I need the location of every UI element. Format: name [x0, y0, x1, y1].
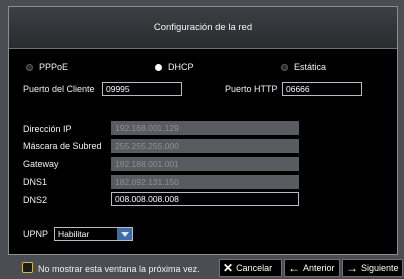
- dns2-input[interactable]: 008.008.008.008: [111, 192, 299, 206]
- x-icon: ✕: [223, 261, 234, 275]
- next-button-label: Siguiente: [361, 263, 399, 273]
- previous-button[interactable]: ← Anterior: [284, 259, 340, 277]
- dont-show-again-checkbox[interactable]: [22, 262, 33, 273]
- radio-dot-icon: [26, 63, 33, 71]
- subnet-mask-label: Máscara de Subred: [23, 141, 102, 151]
- radio-dot-icon: [281, 63, 288, 71]
- gateway-label: Gateway: [23, 159, 59, 169]
- cancel-button-label: Cancelar: [236, 263, 273, 273]
- next-button[interactable]: → Siguiente: [342, 259, 403, 277]
- ip-input: 192.168.001.129: [111, 121, 299, 135]
- radio-static[interactable]: Estática: [281, 61, 326, 73]
- dns1-input: 182.092.131.150: [111, 175, 299, 189]
- arrow-right-icon: →: [346, 261, 358, 275]
- chevron-down-icon[interactable]: [117, 228, 132, 240]
- cancel-button[interactable]: ✕ Cancelar: [219, 259, 282, 277]
- upnp-select-value: Habilitar: [58, 229, 90, 239]
- http-port-label: Puerto HTTP: [225, 84, 278, 94]
- client-port-input[interactable]: 09995: [102, 82, 182, 96]
- client-port-label: Puerto del Cliente: [23, 84, 95, 94]
- dialog-title: Configuración de la red: [9, 7, 397, 49]
- radio-dot-icon: [155, 63, 162, 71]
- arrow-left-icon: ←: [288, 261, 300, 275]
- radio-dhcp[interactable]: DHCP: [155, 61, 194, 73]
- upnp-label: UPNP: [23, 229, 49, 239]
- upnp-select[interactable]: Habilitar: [54, 227, 133, 241]
- radio-dhcp-label: DHCP: [168, 62, 194, 72]
- gateway-input: 192.168.001.001: [111, 157, 299, 171]
- previous-button-label: Anterior: [303, 263, 335, 273]
- radio-pppoe-label: PPPoE: [39, 62, 69, 72]
- http-port-input[interactable]: 06666: [282, 82, 362, 96]
- ip-label: Dirección IP: [23, 124, 72, 134]
- dns1-label: DNS1: [23, 177, 48, 187]
- radio-static-label: Estática: [294, 62, 327, 72]
- dns2-label: DNS2: [23, 195, 48, 205]
- radio-pppoe[interactable]: PPPoE: [26, 61, 68, 73]
- dont-show-again-label: No mostrar esta ventana la próxima vez.: [38, 264, 200, 274]
- subnet-mask-input: 255.255.255.000: [111, 139, 299, 153]
